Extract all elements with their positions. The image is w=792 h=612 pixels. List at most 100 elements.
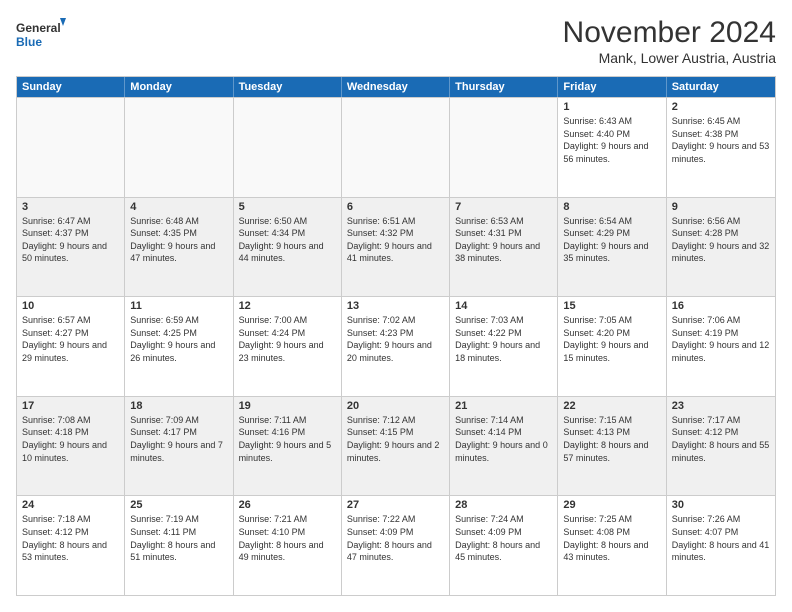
day-cell-14: 14 Sunrise: 7:03 AM Sunset: 4:22 PM Dayli… [450, 297, 558, 396]
day-cell-23: 23 Sunrise: 7:17 AM Sunset: 4:12 PM Dayli… [667, 397, 775, 496]
day-info: Sunrise: 6:51 AM Sunset: 4:32 PM Dayligh… [347, 215, 444, 265]
day-number: 19 [239, 400, 336, 412]
day-info: Sunrise: 7:17 AM Sunset: 4:12 PM Dayligh… [672, 414, 770, 464]
day-number: 3 [22, 201, 119, 213]
day-info: Sunrise: 7:14 AM Sunset: 4:14 PM Dayligh… [455, 414, 552, 464]
day-info: Sunrise: 7:22 AM Sunset: 4:09 PM Dayligh… [347, 513, 444, 563]
header-day-monday: Monday [125, 77, 233, 97]
day-number: 8 [563, 201, 660, 213]
day-cell-30: 30Sunrise: 7:26 AM Sunset: 4:07 PM Dayli… [667, 496, 775, 595]
day-number: 24 [22, 499, 119, 511]
empty-cell [342, 98, 450, 197]
day-number: 14 [455, 300, 552, 312]
day-info: Sunrise: 6:47 AM Sunset: 4:37 PM Dayligh… [22, 215, 119, 265]
day-number: 26 [239, 499, 336, 511]
day-number: 9 [672, 201, 770, 213]
day-info: Sunrise: 7:06 AM Sunset: 4:19 PM Dayligh… [672, 314, 770, 364]
day-info: Sunrise: 7:11 AM Sunset: 4:16 PM Dayligh… [239, 414, 336, 464]
header-day-sunday: Sunday [17, 77, 125, 97]
day-cell-12: 12Sunrise: 7:00 AM Sunset: 4:24 PM Dayli… [234, 297, 342, 396]
day-number: 22 [563, 400, 660, 412]
day-info: Sunrise: 6:45 AM Sunset: 4:38 PM Dayligh… [672, 115, 770, 165]
empty-cell [234, 98, 342, 197]
day-info: Sunrise: 7:21 AM Sunset: 4:10 PM Dayligh… [239, 513, 336, 563]
day-info: Sunrise: 6:59 AM Sunset: 4:25 PM Dayligh… [130, 314, 227, 364]
day-number: 20 [347, 400, 444, 412]
day-info: Sunrise: 7:12 AM Sunset: 4:15 PM Dayligh… [347, 414, 444, 464]
day-cell-26: 26 Sunrise: 7:21 AM Sunset: 4:10 PM Dayli… [234, 496, 342, 595]
day-info: Sunrise: 7:02 AM Sunset: 4:23 PM Dayligh… [347, 314, 444, 364]
logo-svg: General Blue [16, 16, 66, 56]
day-number: 30 [672, 499, 770, 511]
logo: General Blue [16, 16, 66, 56]
empty-cell [125, 98, 233, 197]
day-number: 4 [130, 201, 227, 213]
day-cell-9: 9 Sunrise: 6:56 AM Sunset: 4:28 PM Daylig… [667, 198, 775, 297]
day-cell-11: 11Sunrise: 6:59 AM Sunset: 4:25 PM Dayli… [125, 297, 233, 396]
day-cell-25: 25 Sunrise: 7:19 AM Sunset: 4:11 PM Dayli… [125, 496, 233, 595]
day-info: Sunrise: 7:08 AM Sunset: 4:18 PM Dayligh… [22, 414, 119, 464]
day-number: 15 [563, 300, 660, 312]
day-cell-10: 10 Sunrise: 6:57 AM Sunset: 4:27 PM Dayli… [17, 297, 125, 396]
calendar: SundayMondayTuesdayWednesdayThursdayFrid… [16, 76, 776, 596]
day-cell-15: 15 Sunrise: 7:05 AM Sunset: 4:20 PM Dayli… [558, 297, 666, 396]
day-cell-8: 8 Sunrise: 6:54 AM Sunset: 4:29 PM Daylig… [558, 198, 666, 297]
day-info: Sunrise: 7:03 AM Sunset: 4:22 PM Dayligh… [455, 314, 552, 364]
title-block: November 2024 Mank, Lower Austria, Austr… [563, 16, 776, 66]
day-number: 10 [22, 300, 119, 312]
day-number: 7 [455, 201, 552, 213]
day-cell-1: 1Sunrise: 6:43 AM Sunset: 4:40 PM Daylig… [558, 98, 666, 197]
day-number: 16 [672, 300, 770, 312]
svg-text:General: General [16, 21, 61, 35]
header-day-saturday: Saturday [667, 77, 775, 97]
header-day-wednesday: Wednesday [342, 77, 450, 97]
day-info: Sunrise: 7:18 AM Sunset: 4:12 PM Dayligh… [22, 513, 119, 563]
day-number: 25 [130, 499, 227, 511]
day-number: 27 [347, 499, 444, 511]
day-cell-18: 18 Sunrise: 7:09 AM Sunset: 4:17 PM Dayli… [125, 397, 233, 496]
day-info: Sunrise: 7:15 AM Sunset: 4:13 PM Dayligh… [563, 414, 660, 464]
day-number: 18 [130, 400, 227, 412]
day-info: Sunrise: 6:56 AM Sunset: 4:28 PM Dayligh… [672, 215, 770, 265]
day-cell-5: 5 Sunrise: 6:50 AM Sunset: 4:34 PM Daylig… [234, 198, 342, 297]
day-info: Sunrise: 6:48 AM Sunset: 4:35 PM Dayligh… [130, 215, 227, 265]
day-cell-3: 3 Sunrise: 6:47 AM Sunset: 4:37 PM Daylig… [17, 198, 125, 297]
day-number: 17 [22, 400, 119, 412]
day-number: 29 [563, 499, 660, 511]
day-cell-27: 27 Sunrise: 7:22 AM Sunset: 4:09 PM Dayli… [342, 496, 450, 595]
day-info: Sunrise: 7:09 AM Sunset: 4:17 PM Dayligh… [130, 414, 227, 464]
day-number: 23 [672, 400, 770, 412]
day-number: 6 [347, 201, 444, 213]
day-cell-19: 19 Sunrise: 7:11 AM Sunset: 4:16 PM Dayli… [234, 397, 342, 496]
day-cell-28: 28Sunrise: 7:24 AM Sunset: 4:09 PM Dayli… [450, 496, 558, 595]
day-cell-22: 22 Sunrise: 7:15 AM Sunset: 4:13 PM Dayli… [558, 397, 666, 496]
day-number: 5 [239, 201, 336, 213]
day-info: Sunrise: 7:05 AM Sunset: 4:20 PM Dayligh… [563, 314, 660, 364]
day-cell-6: 6 Sunrise: 6:51 AM Sunset: 4:32 PM Daylig… [342, 198, 450, 297]
calendar-week-5: 24 Sunrise: 7:18 AM Sunset: 4:12 PM Dayli… [17, 495, 775, 595]
day-info: Sunrise: 6:57 AM Sunset: 4:27 PM Dayligh… [22, 314, 119, 364]
day-info: Sunrise: 6:50 AM Sunset: 4:34 PM Dayligh… [239, 215, 336, 265]
day-number: 12 [239, 300, 336, 312]
calendar-body: 1Sunrise: 6:43 AM Sunset: 4:40 PM Daylig… [17, 97, 775, 595]
calendar-header: SundayMondayTuesdayWednesdayThursdayFrid… [17, 77, 775, 97]
location: Mank, Lower Austria, Austria [563, 50, 776, 66]
day-cell-20: 20 Sunrise: 7:12 AM Sunset: 4:15 PM Dayli… [342, 397, 450, 496]
day-cell-29: 29 Sunrise: 7:25 AM Sunset: 4:08 PM Dayli… [558, 496, 666, 595]
day-number: 21 [455, 400, 552, 412]
day-cell-4: 4 Sunrise: 6:48 AM Sunset: 4:35 PM Daylig… [125, 198, 233, 297]
empty-cell [17, 98, 125, 197]
day-info: Sunrise: 6:53 AM Sunset: 4:31 PM Dayligh… [455, 215, 552, 265]
day-number: 13 [347, 300, 444, 312]
day-info: Sunrise: 6:54 AM Sunset: 4:29 PM Dayligh… [563, 215, 660, 265]
day-info: Sunrise: 7:24 AM Sunset: 4:09 PM Dayligh… [455, 513, 552, 563]
header-day-thursday: Thursday [450, 77, 558, 97]
header-day-tuesday: Tuesday [234, 77, 342, 97]
header-day-friday: Friday [558, 77, 666, 97]
day-info: Sunrise: 7:25 AM Sunset: 4:08 PM Dayligh… [563, 513, 660, 563]
calendar-week-3: 10 Sunrise: 6:57 AM Sunset: 4:27 PM Dayli… [17, 296, 775, 396]
day-cell-16: 16 Sunrise: 7:06 AM Sunset: 4:19 PM Dayli… [667, 297, 775, 396]
day-cell-13: 13 Sunrise: 7:02 AM Sunset: 4:23 PM Dayli… [342, 297, 450, 396]
day-info: Sunrise: 7:19 AM Sunset: 4:11 PM Dayligh… [130, 513, 227, 563]
month-title: November 2024 [563, 16, 776, 50]
